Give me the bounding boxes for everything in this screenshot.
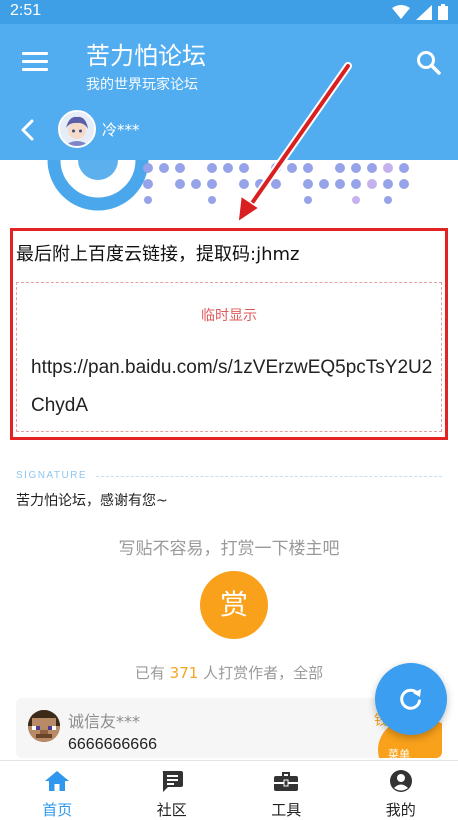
nav-home-label: 首页: [42, 801, 73, 819]
reward-count-number: 371: [169, 664, 199, 682]
nav-community[interactable]: 社区: [115, 761, 230, 820]
nav-home[interactable]: 首页: [0, 761, 115, 820]
nav-profile-label: 我的: [385, 801, 416, 819]
chat-icon: [162, 771, 183, 792]
comment-badge-label: 菜单: [388, 748, 410, 758]
reward-count-suffix: 人打赏作者，全部: [203, 664, 324, 682]
signature-label: SIGNATURE: [16, 470, 88, 481]
account-icon: [389, 770, 412, 792]
toolbox-icon: [274, 772, 299, 791]
refresh-button[interactable]: [375, 663, 447, 735]
signature-text: 苦力怕论坛，感谢有您~: [16, 493, 168, 509]
refresh-icon: [400, 688, 421, 710]
nav-tools-label: 工具: [271, 801, 302, 819]
commenter-name[interactable]: 诚信友***: [68, 708, 140, 732]
commenter-avatar[interactable]: [28, 710, 60, 742]
reward-prompt: 写贴不容易，打赏一下楼主吧: [118, 539, 340, 559]
nav-tools[interactable]: 工具: [229, 761, 344, 820]
reward-count-prefix: 已有: [134, 664, 165, 682]
comment-text: 6666666666: [68, 736, 157, 753]
nav-community-label: 社区: [156, 801, 187, 819]
steve-avatar-icon: [28, 710, 60, 742]
bottom-navigation: 首页 社区 工具 我的: [0, 760, 458, 820]
signature-divider: [96, 476, 442, 477]
reward-button[interactable]: 赏: [200, 571, 268, 639]
home-icon: [45, 771, 70, 791]
nav-profile[interactable]: 我的: [344, 761, 458, 820]
